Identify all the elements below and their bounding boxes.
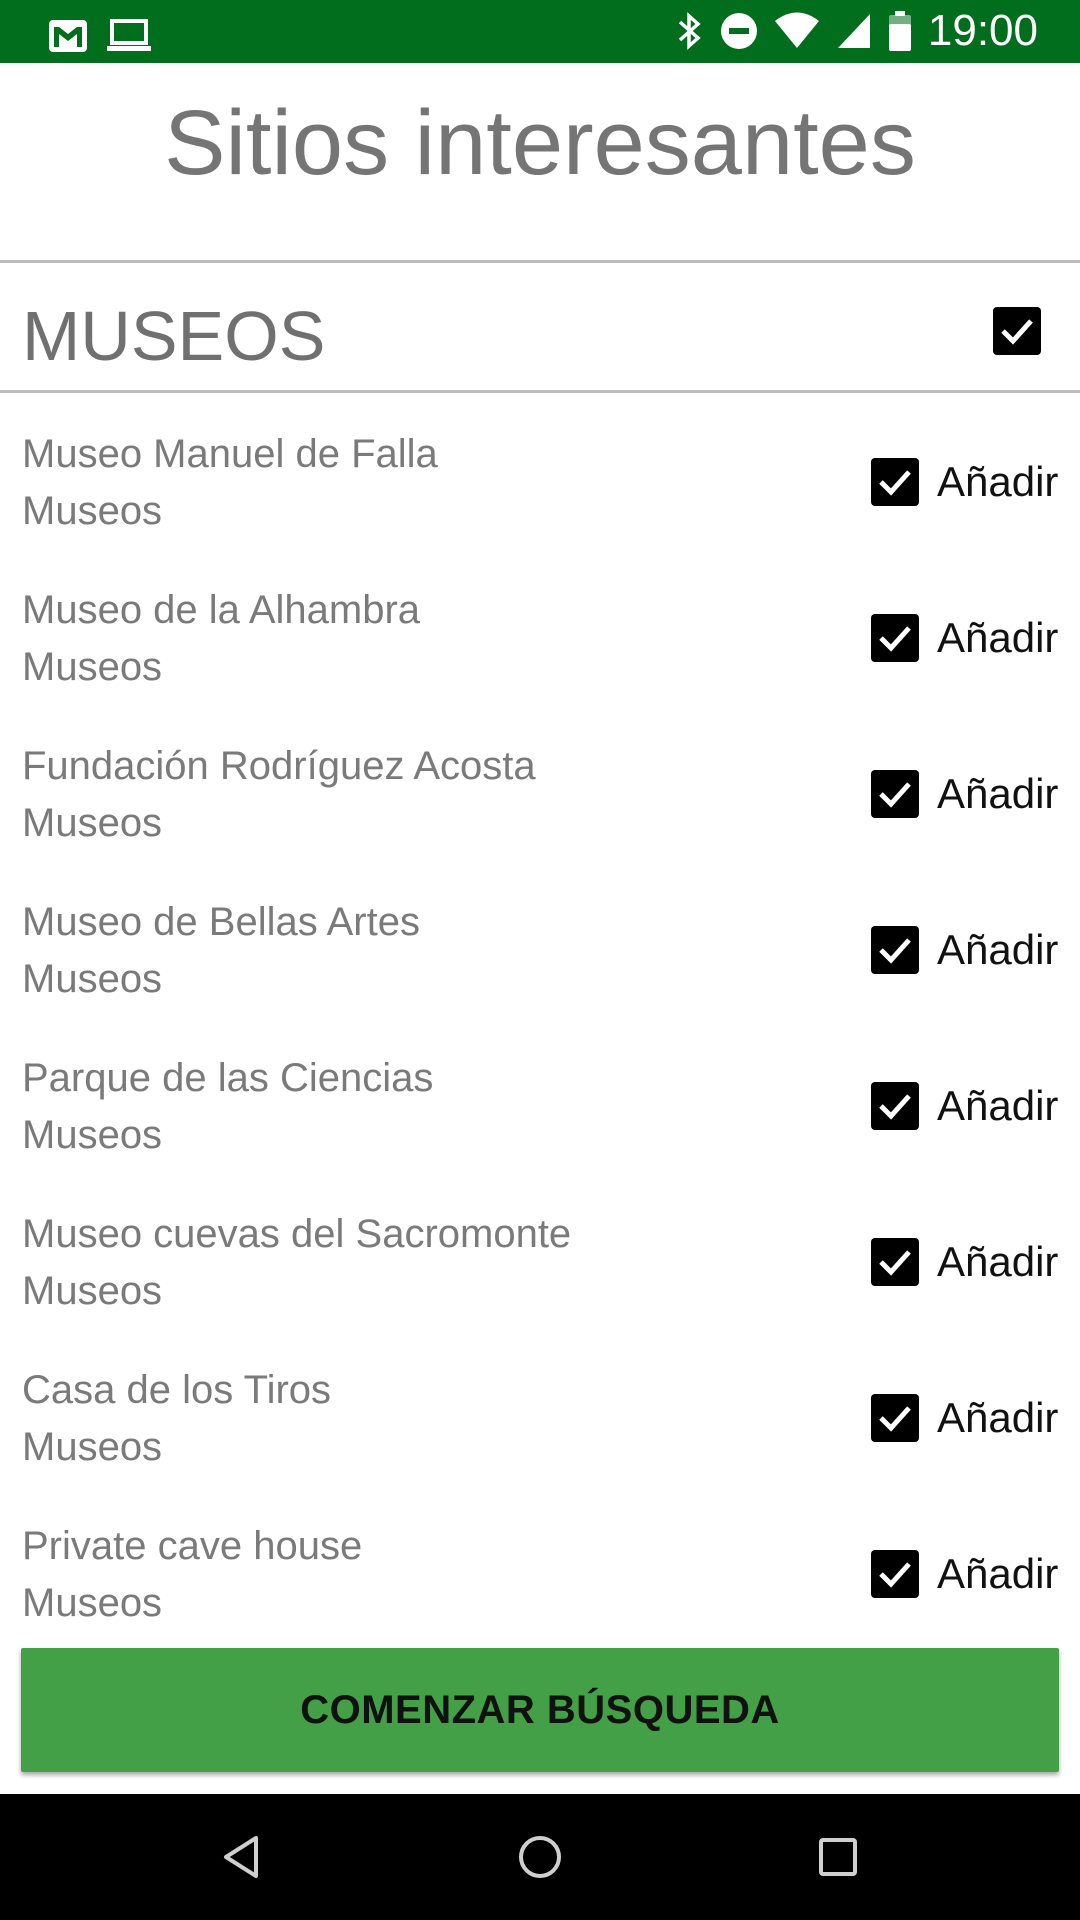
start-search-button[interactable]: COMENZAR BÚSQUEDA xyxy=(21,1648,1059,1772)
place-category: Museos xyxy=(22,1581,163,1625)
add-checkbox[interactable]: Añadir xyxy=(871,614,1058,662)
do-not-disturb-icon xyxy=(720,7,758,55)
add-checkbox[interactable]: Añadir xyxy=(871,1082,1058,1130)
list-item: Museo de Bellas Artes Museos Añadir xyxy=(0,864,1080,1020)
page-title: Sitios interesantes xyxy=(164,92,916,194)
list-item: Casa de los Tiros Museos Añadir xyxy=(0,1332,1080,1488)
place-name: Fundación Rodríguez Acosta xyxy=(22,744,536,788)
checkbox-checked-icon[interactable] xyxy=(871,770,919,818)
list-item: Museo cuevas del Sacromonte Museos Añadi… xyxy=(0,1176,1080,1332)
add-checkbox[interactable]: Añadir xyxy=(871,1238,1058,1286)
place-name: Parque de las Ciencias xyxy=(22,1056,434,1100)
add-label: Añadir xyxy=(937,458,1059,505)
place-name: Private cave house xyxy=(22,1524,363,1568)
add-checkbox[interactable]: Añadir xyxy=(871,1550,1058,1598)
wifi-icon xyxy=(774,7,820,55)
add-label: Añadir xyxy=(937,1238,1059,1285)
list-item: Private cave house Museos Añadir xyxy=(0,1488,1080,1644)
add-checkbox[interactable]: Añadir xyxy=(871,926,1058,974)
place-category: Museos xyxy=(22,1269,163,1313)
add-label: Añadir xyxy=(937,1394,1059,1441)
home-icon[interactable] xyxy=(515,1832,565,1882)
add-checkbox[interactable]: Añadir xyxy=(871,458,1058,506)
add-label: Añadir xyxy=(937,1550,1059,1597)
place-name: Casa de los Tiros xyxy=(22,1368,332,1412)
place-category: Museos xyxy=(22,957,163,1001)
list-item: Fundación Rodríguez Acosta Museos Añadir xyxy=(0,708,1080,864)
checkbox-checked-icon[interactable] xyxy=(871,614,919,662)
place-category: Museos xyxy=(22,801,163,845)
signal-icon xyxy=(836,7,872,55)
add-label: Añadir xyxy=(937,1082,1059,1129)
add-label: Añadir xyxy=(937,770,1059,817)
places-list: Museo Manuel de Falla Museos Añadir Muse… xyxy=(0,396,1080,1644)
add-label: Añadir xyxy=(937,614,1059,661)
list-item: Museo de la Alhambra Museos Añadir xyxy=(0,552,1080,708)
checkbox-checked-icon[interactable] xyxy=(871,458,919,506)
checkbox-checked-icon[interactable] xyxy=(871,926,919,974)
status-bar: 19:00 xyxy=(0,0,1080,63)
section-title: MUSEOS xyxy=(22,297,326,375)
checkbox-checked-icon[interactable] xyxy=(871,1550,919,1598)
list-item: Parque de las Ciencias Museos Añadir xyxy=(0,1020,1080,1176)
place-category: Museos xyxy=(22,1425,163,1469)
status-time: 19:00 xyxy=(927,6,1038,55)
list-item: Museo Manuel de Falla Museos Añadir xyxy=(0,396,1080,552)
section-divider xyxy=(0,390,1080,393)
checkbox-checked-icon[interactable] xyxy=(871,1082,919,1130)
place-name: Museo de la Alhambra xyxy=(22,588,421,632)
place-category: Museos xyxy=(22,1113,163,1157)
place-name: Museo Manuel de Falla xyxy=(22,432,438,476)
status-left-icons xyxy=(48,12,152,60)
back-icon[interactable] xyxy=(216,1832,266,1882)
status-right-icons: 19:00 xyxy=(676,6,1038,56)
bluetooth-icon xyxy=(676,7,704,55)
place-name: Museo cuevas del Sacromonte xyxy=(22,1212,572,1256)
gmail-icon xyxy=(48,12,88,60)
laptop-icon xyxy=(106,12,152,60)
battery-icon xyxy=(888,7,912,55)
select-all-checkbox[interactable] xyxy=(993,307,1041,355)
place-category: Museos xyxy=(22,645,163,689)
place-category: Museos xyxy=(22,489,163,533)
title-divider xyxy=(0,260,1080,263)
add-checkbox[interactable]: Añadir xyxy=(871,770,1058,818)
add-label: Añadir xyxy=(937,926,1059,973)
checkbox-checked-icon[interactable] xyxy=(871,1394,919,1442)
recents-icon[interactable] xyxy=(813,1832,863,1882)
add-checkbox[interactable]: Añadir xyxy=(871,1394,1058,1442)
checkbox-checked-icon[interactable] xyxy=(871,1238,919,1286)
navigation-bar xyxy=(0,1794,1080,1920)
place-name: Museo de Bellas Artes xyxy=(22,900,420,944)
